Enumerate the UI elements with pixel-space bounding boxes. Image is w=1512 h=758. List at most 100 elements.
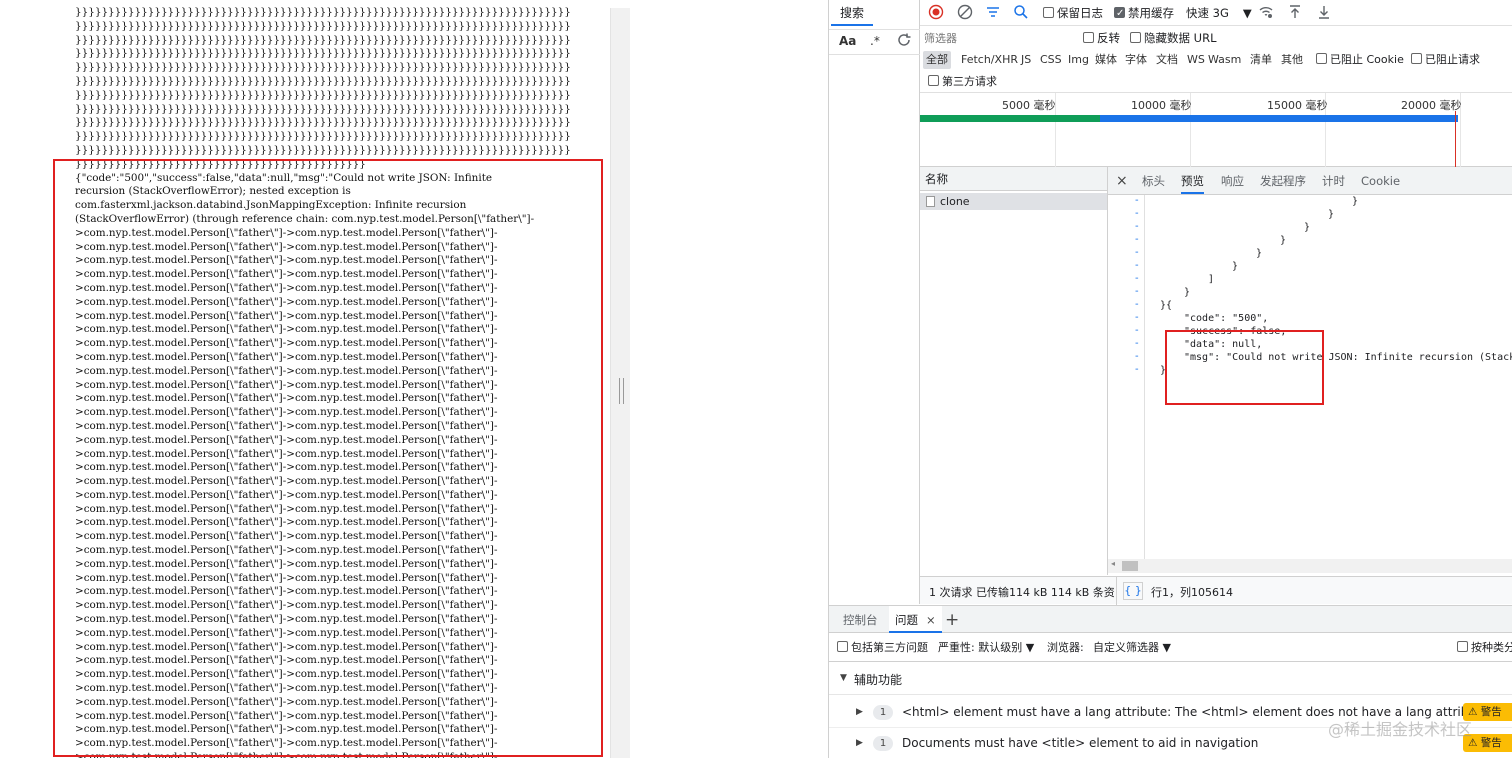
timeline-label: 10000 毫秒 <box>1131 99 1192 112</box>
third-party-checkbox[interactable]: 第三方请求 <box>928 73 997 91</box>
include-third-party-checkbox[interactable]: 包括第三方问题 <box>837 639 928 657</box>
fold-marker-icon[interactable]: - <box>1135 273 1139 284</box>
network-conditions-icon[interactable] <box>1258 4 1274 22</box>
blocked-requests-checkbox[interactable]: 已阻止请求 <box>1411 51 1480 69</box>
tab-cookies[interactable]: Cookie <box>1361 167 1400 195</box>
annotation-box <box>1165 330 1324 405</box>
checkbox-icon[interactable] <box>928 75 939 86</box>
tab-response[interactable]: 响应 <box>1221 167 1244 195</box>
tab-timing[interactable]: 计时 <box>1322 167 1345 195</box>
tab-headers[interactable]: 标头 <box>1142 167 1165 195</box>
disable-cache-checkbox[interactable]: 禁用缓存 <box>1114 4 1174 23</box>
column-header-name[interactable]: 名称 <box>920 167 1107 191</box>
tab-issues[interactable]: 问题 × <box>889 606 942 633</box>
fold-marker-icon[interactable]: - <box>1135 247 1139 258</box>
type-js[interactable]: JS <box>1018 51 1034 69</box>
type-css[interactable]: CSS <box>1037 51 1065 69</box>
filter-input[interactable] <box>924 30 1074 47</box>
checkbox-icon[interactable] <box>1411 53 1422 64</box>
json-preview[interactable]: -------------- }}}}}}]}}{"code": "500", "… <box>1108 195 1512 575</box>
expand-right-icon[interactable]: ▶ <box>856 738 863 748</box>
type-wasm[interactable]: Wasm <box>1205 51 1244 69</box>
request-row[interactable]: clone <box>920 193 1107 210</box>
timeline-download-bar <box>1100 115 1458 122</box>
scrollbar-grip-icon[interactable] <box>619 378 624 404</box>
checkbox-icon[interactable] <box>1316 53 1327 64</box>
dropdown-arrow-icon: ▼ <box>1162 641 1171 654</box>
horizontal-scrollbar[interactable]: ◂ <box>1108 559 1512 573</box>
fold-marker-icon[interactable]: - <box>1135 234 1139 245</box>
fold-marker-icon[interactable]: - <box>1135 325 1139 336</box>
checkbox-icon[interactable] <box>837 641 848 652</box>
tab-initiator[interactable]: 发起程序 <box>1260 167 1306 195</box>
fold-marker-icon[interactable]: - <box>1135 208 1139 219</box>
refresh-icon[interactable] <box>895 31 913 52</box>
fold-marker-icon[interactable]: - <box>1135 260 1139 271</box>
scrollbar-thumb[interactable] <box>1122 561 1138 571</box>
import-har-icon[interactable] <box>1287 4 1303 22</box>
brace-line: }}}}}}}}}}}}}}}}}}}}}}}}}}}}}}}}}}}}}}}}… <box>75 116 571 129</box>
hide-data-url-checkbox[interactable]: 隐藏数据 URL <box>1130 29 1216 47</box>
checkbox-icon[interactable] <box>1457 641 1468 652</box>
close-icon[interactable]: × <box>926 613 936 627</box>
regex-button[interactable]: .* <box>870 34 880 48</box>
filter-icon[interactable] <box>985 4 1001 22</box>
fold-marker-icon[interactable]: - <box>1135 364 1139 375</box>
throttle-select[interactable]: 快速 3G ▼ <box>1186 4 1252 22</box>
search-pane: 搜索 Aa .* <box>829 0 920 604</box>
fold-marker-icon[interactable]: - <box>1135 286 1139 297</box>
scroll-left-icon[interactable]: ◂ <box>1111 559 1115 568</box>
fold-marker-icon[interactable]: - <box>1135 312 1139 323</box>
record-icon[interactable] <box>928 4 944 22</box>
dropdown-arrow-icon: ▼ <box>1242 6 1252 20</box>
add-tab-icon[interactable]: + <box>945 606 959 634</box>
tab-console[interactable]: 控制台 <box>843 606 878 634</box>
include-third-party-label: 包括第三方问题 <box>851 641 928 654</box>
invert-checkbox[interactable]: 反转 <box>1083 29 1120 47</box>
fold-marker-icon[interactable]: - <box>1135 221 1139 232</box>
preserve-log-label: 保留日志 <box>1057 6 1103 20</box>
close-icon[interactable]: × <box>1116 167 1128 195</box>
type-other[interactable]: 其他 <box>1278 51 1306 69</box>
tab-issues-label: 问题 <box>895 613 918 627</box>
brace-line: }}}}}}}}}}}}}}}}}}}}}}}}}}}}}}}}}}}}}}}}… <box>75 6 571 18</box>
network-timeline[interactable]: 5000 毫秒 10000 毫秒 15000 毫秒 20000 毫秒 <box>920 93 1512 167</box>
search-options: Aa .* <box>829 29 920 55</box>
preserve-log-checkbox[interactable]: 保留日志 <box>1043 4 1103 22</box>
checkbox-checked-icon[interactable] <box>1114 5 1125 23</box>
fold-marker-icon[interactable]: - <box>1135 195 1139 206</box>
expand-right-icon[interactable]: ▶ <box>856 707 863 717</box>
tab-preview[interactable]: 预览 <box>1181 167 1204 194</box>
issue-category[interactable]: ▼ 辅助功能 <box>829 663 1512 695</box>
issue-count: 1 <box>873 705 893 720</box>
search-icon[interactable] <box>1013 4 1029 22</box>
checkbox-icon[interactable] <box>1130 32 1141 43</box>
fold-marker-icon[interactable]: - <box>1135 299 1139 310</box>
type-fetch-xhr[interactable]: Fetch/XHR <box>958 51 1021 69</box>
severity-select[interactable]: 严重性: 默认级别 ▼ <box>938 639 1034 657</box>
issue-text: Documents must have <title> element to a… <box>902 736 1259 750</box>
checkbox-icon[interactable] <box>1043 7 1054 18</box>
clear-icon[interactable] <box>957 4 973 22</box>
third-party-label: 第三方请求 <box>942 75 997 88</box>
type-doc[interactable]: 文档 <box>1153 51 1181 69</box>
fold-marker-icon[interactable]: - <box>1135 338 1139 349</box>
custom-filter-select[interactable]: 自定义筛选器 ▼ <box>1093 639 1171 657</box>
type-manifest[interactable]: 清单 <box>1247 51 1275 69</box>
export-har-icon[interactable] <box>1316 4 1332 22</box>
group-by-checkbox[interactable]: 按种类分 <box>1457 639 1512 657</box>
type-media[interactable]: 媒体 <box>1092 51 1120 69</box>
match-case-button[interactable]: Aa <box>839 34 856 48</box>
type-img[interactable]: Img <box>1065 51 1092 69</box>
expand-down-icon[interactable]: ▼ <box>840 673 847 683</box>
timeline-waiting-bar <box>920 115 1100 122</box>
blocked-cookie-checkbox[interactable]: 已阻止 Cookie <box>1316 51 1404 69</box>
fold-marker-icon[interactable]: - <box>1135 351 1139 362</box>
page-scrollbar[interactable] <box>610 8 630 758</box>
pretty-print-button[interactable]: { } <box>1123 582 1143 600</box>
checkbox-icon[interactable] <box>1083 32 1094 43</box>
type-all[interactable]: 全部 <box>923 51 951 69</box>
type-font[interactable]: 字体 <box>1122 51 1150 69</box>
browser-page: }}}}}}}}}}}}}}}}}}}}}}}}}}}}}}}}}}}}}}}}… <box>0 0 630 758</box>
tab-search[interactable]: 搜索 <box>831 0 873 26</box>
